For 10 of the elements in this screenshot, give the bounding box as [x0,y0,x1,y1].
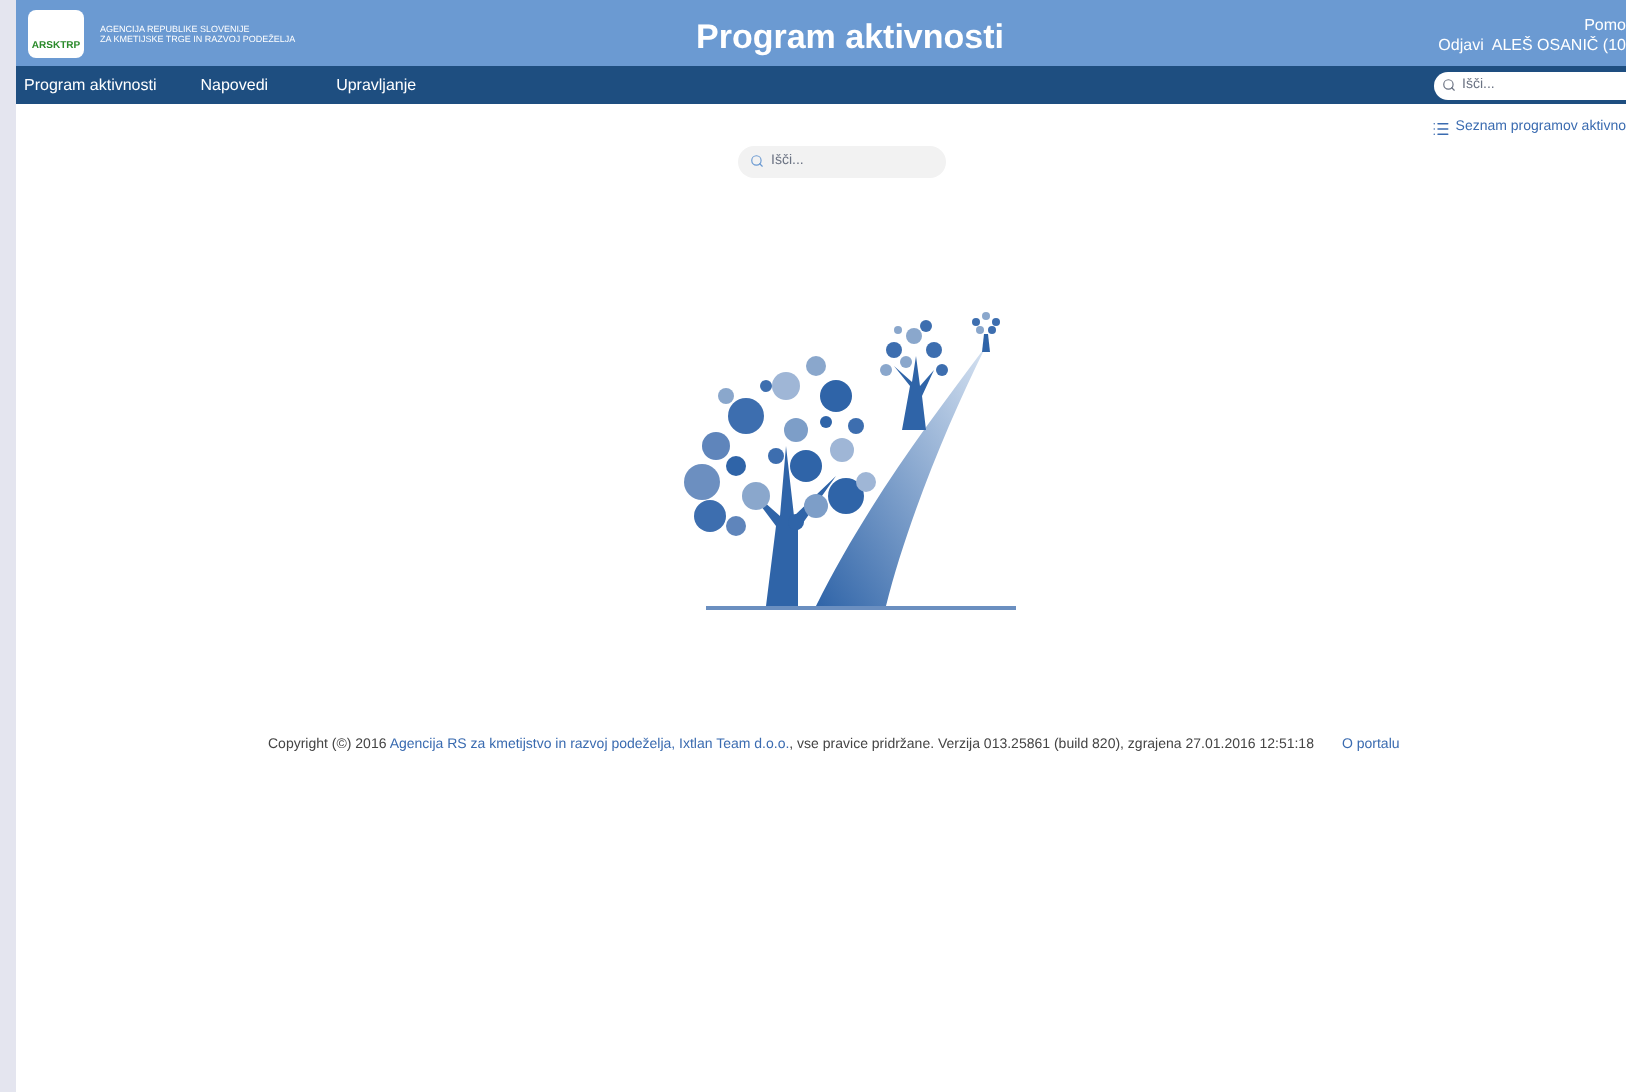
nav-item[interactable]: Program aktivnosti [24,73,157,97]
search-icon [749,154,763,168]
logout-link[interactable]: Odjavi [1438,35,1484,55]
search-icon [1442,78,1456,92]
list-icon [1431,119,1450,138]
nav-item[interactable]: Upravljanje [336,73,417,97]
help-link[interactable]: Pomo [1584,15,1626,35]
page-title: Program aktivnosti [696,16,1004,60]
nav-item[interactable]: Napovedi [200,73,269,97]
user-name: ALEŠ OSANIČ (10 [1491,35,1626,55]
